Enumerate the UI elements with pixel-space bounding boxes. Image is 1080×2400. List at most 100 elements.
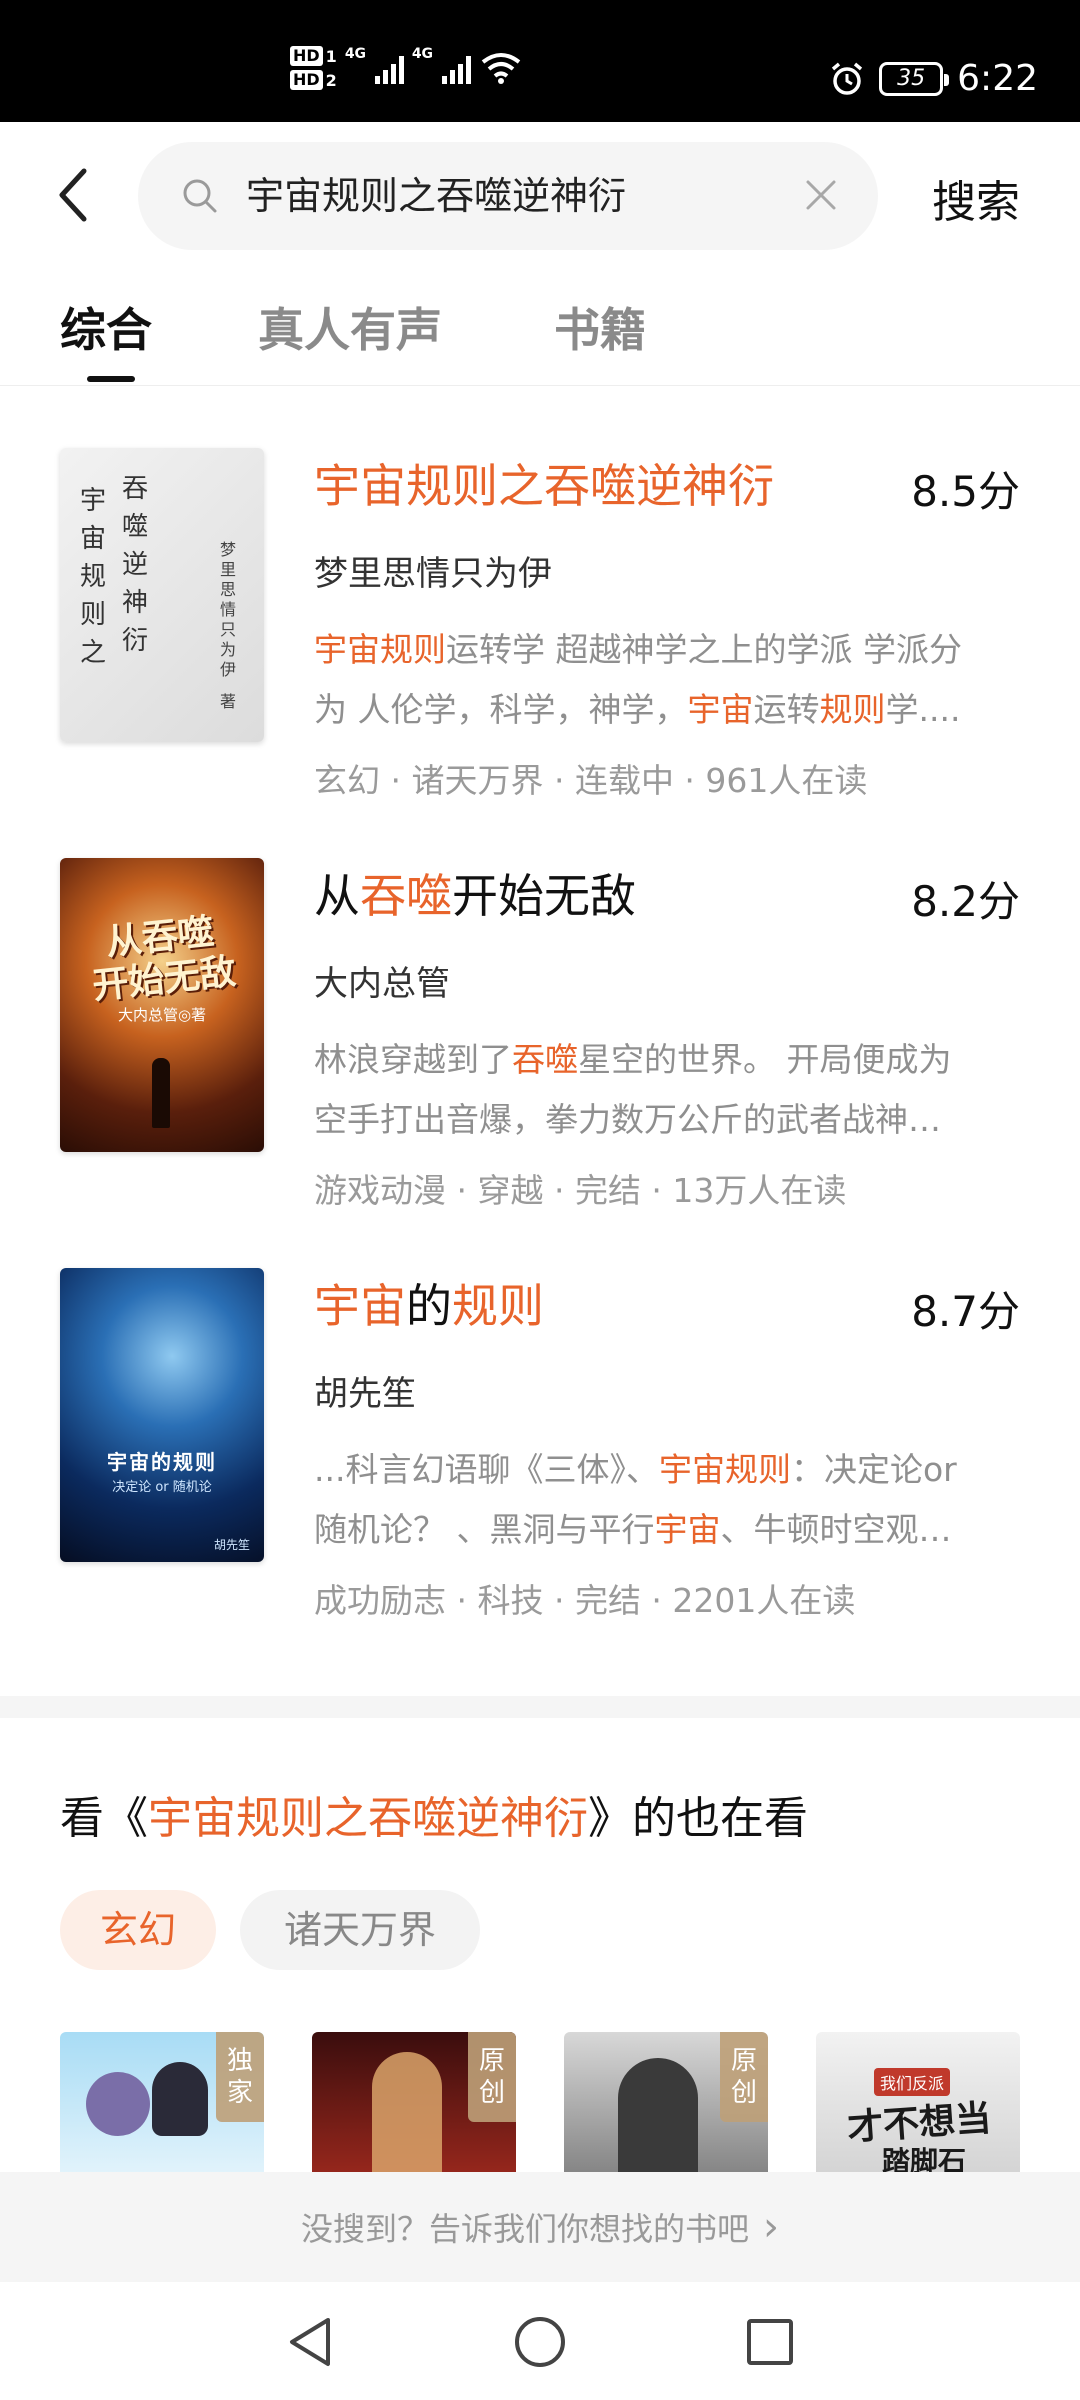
result-item[interactable]: 宇宙规则之 吞噬逆神衍 梦里思情只为伊 著 宇宙规则之吞噬逆神衍 8.5分 梦里… — [0, 448, 1080, 838]
cover-art — [372, 2052, 442, 2192]
cover-art — [86, 2072, 150, 2136]
cover-author-suffix: 著 — [220, 692, 237, 711]
desc-part: 规则 — [819, 690, 886, 729]
result-score: 8.7分 — [911, 1287, 1020, 1336]
desc-line: 空手打出音爆，拳力数万公斤的武者战神… — [314, 1090, 1024, 1150]
desc-part: 宇宙规则 — [314, 630, 446, 669]
book-cover: 宇宙规则之 吞噬逆神衍 梦里思情只为伊 著 — [60, 448, 264, 742]
also-book: 宇宙规则之吞噬逆神衍 — [148, 1793, 588, 1844]
tab-active-indicator — [87, 376, 135, 382]
nav-recents-button[interactable] — [738, 2310, 802, 2374]
result-title: 宇宙的规则 — [314, 1270, 544, 1336]
desc-part: 、牛顿时空观… — [720, 1510, 952, 1549]
chevron-right-icon: › — [763, 2204, 779, 2250]
badge-char: 原 — [730, 2046, 757, 2076]
back-arrow-icon — [59, 168, 87, 222]
cover-title-col-2: 宇宙规则之 — [80, 486, 107, 668]
signal-icon-1: 4G — [345, 46, 404, 84]
clock: 6:22 — [957, 58, 1038, 99]
nav-back-button[interactable] — [278, 2310, 342, 2374]
system-nav-bar — [0, 2282, 1080, 2400]
desc-part: 林浪穿越到了 — [314, 1040, 512, 1079]
tab-audio[interactable]: 真人有声 — [258, 294, 442, 360]
desc-line: ...科言幻语聊《三体》、宇宙规则：决定论or — [314, 1440, 1024, 1500]
square-recents-icon — [747, 2319, 793, 2365]
also-reading-title: 看《宇宙规则之吞噬逆神衍》的也在看 — [60, 1782, 808, 1846]
signal-icon-2: 4G — [412, 46, 471, 84]
rec-book-cover[interactable]: 原创 — [312, 2032, 516, 2192]
feedback-bar[interactable]: 没搜到？告诉我们你想找的书吧 › — [0, 2172, 1080, 2282]
result-item[interactable]: 宇宙的规则 决定论 or 随机论 胡先笙 宇宙的规则 8.7分 胡先笙 ...科… — [0, 1268, 1080, 1658]
status-bar: HD 1 HD 2 4G 4G 35 6:22 — [0, 0, 1080, 122]
result-author: 大内总管 — [314, 964, 450, 1004]
search-button[interactable]: 搜索 — [932, 166, 1020, 230]
rec-book-cover[interactable]: 原创 — [564, 2032, 768, 2192]
book-cover: 从吞噬 开始无敌 大内总管◎著 — [60, 858, 264, 1152]
exclusive-badge: 独家 — [216, 2032, 264, 2122]
section-divider — [0, 1696, 1080, 1718]
cover-art — [152, 2062, 208, 2136]
feedback-text: 没搜到？告诉我们你想找的书吧 — [300, 2210, 749, 2248]
rec-book-cover[interactable]: 我们反派 才不想当 踏脚石 — [816, 2032, 1020, 2192]
desc-part: 学.... — [885, 690, 961, 729]
desc-part: 宇宙 — [687, 690, 754, 729]
cover-title-col-1: 吞噬逆神衍 — [122, 474, 149, 656]
hd-num-2: 2 — [325, 70, 337, 90]
result-meta: 游戏动漫 · 穿越 · 完结 · 13万人在读 — [314, 1171, 847, 1210]
result-score: 8.2分 — [911, 877, 1020, 926]
original-badge: 原创 — [468, 2032, 516, 2122]
desc-part: 吞噬 — [512, 1040, 578, 1079]
back-button[interactable] — [48, 160, 98, 230]
result-score: 8.5分 — [911, 467, 1020, 516]
desc-part: 随机论？ 、黑洞与平行 — [314, 1510, 655, 1549]
hd-indicators: HD 1 HD 2 — [290, 46, 337, 90]
clear-icon[interactable] — [802, 176, 840, 214]
desc-part: ...科言幻语聊《三体》、 — [314, 1450, 659, 1489]
status-left: HD 1 HD 2 4G 4G — [290, 46, 521, 90]
network-type-1: 4G — [344, 46, 367, 62]
genre-chip[interactable]: 诸天万界 — [240, 1890, 480, 1970]
wifi-icon — [481, 53, 521, 84]
book-cover: 宇宙的规则 决定论 or 随机论 胡先笙 — [60, 1268, 264, 1562]
title-part: 从 — [314, 869, 360, 923]
also-suffix: 》的也在看 — [588, 1793, 808, 1844]
result-meta: 玄幻 · 诸天万界 · 连载中 · 961人在读 — [314, 761, 868, 800]
title-part: 宇宙 — [314, 1279, 406, 1333]
result-item[interactable]: 从吞噬 开始无敌 大内总管◎著 从吞噬开始无敌 8.2分 大内总管 林浪穿越到了… — [0, 858, 1080, 1248]
hd-badge-1: HD — [290, 46, 323, 66]
also-prefix: 看《 — [60, 1793, 148, 1844]
desc-line: 为 人伦学，科学，神学，宇宙运转规则学.... — [314, 680, 1024, 740]
result-meta: 成功励志 · 科技 · 完结 · 2201人在读 — [314, 1581, 856, 1620]
cover-title: 宇宙的规则 — [107, 1450, 217, 1474]
cover-author: 梦里思情只为伊 — [220, 540, 237, 679]
result-author: 梦里思情只为伊 — [314, 554, 552, 594]
search-input[interactable]: 宇宙规则之吞噬逆神衍 — [138, 142, 878, 250]
desc-part: 运转学 超越神学之上的学派 学派分 — [446, 630, 962, 669]
status-right: 35 6:22 — [829, 58, 1038, 99]
result-description: 林浪穿越到了吞噬星空的世界。 开局便成为 空手打出音爆，拳力数万公斤的武者战神… — [314, 1030, 1024, 1150]
hd-badge-2: HD — [290, 70, 323, 90]
desc-part: ：决定论or — [790, 1450, 957, 1489]
genre-chip-active[interactable]: 玄幻 — [60, 1890, 216, 1970]
battery-icon: 35 — [879, 61, 950, 96]
result-author: 胡先笙 — [314, 1374, 416, 1414]
desc-part: 宇宙 — [654, 1510, 721, 1549]
tab-books[interactable]: 书籍 — [554, 294, 646, 360]
cover-subtitle: 决定论 or 随机论 — [112, 1480, 212, 1495]
rec-book-cover[interactable]: 独家 — [60, 2032, 264, 2192]
desc-part: 运转 — [753, 690, 820, 729]
search-header: 宇宙规则之吞噬逆神衍 搜索 — [0, 122, 1080, 272]
badge-char: 创 — [478, 2078, 505, 2108]
result-tabs: 综合 真人有声 书籍 — [0, 290, 1080, 386]
tab-comprehensive[interactable]: 综合 — [60, 294, 152, 360]
triangle-back-icon — [290, 2318, 330, 2366]
result-title: 宇宙规则之吞噬逆神衍 — [314, 450, 774, 516]
nav-home-button[interactable] — [508, 2310, 572, 2374]
result-description: ...科言幻语聊《三体》、宇宙规则：决定论or 随机论？ 、黑洞与平行宇宙、牛顿… — [314, 1440, 1024, 1560]
badge-char: 原 — [478, 2046, 505, 2076]
badge-char: 独 — [226, 2046, 253, 2076]
desc-part: 空手打出音爆，拳力数万公斤的武者战神… — [314, 1100, 941, 1139]
cover-author: 胡先笙 — [213, 1538, 250, 1552]
badge-char: 创 — [730, 2078, 757, 2108]
circle-home-icon — [515, 2317, 565, 2367]
